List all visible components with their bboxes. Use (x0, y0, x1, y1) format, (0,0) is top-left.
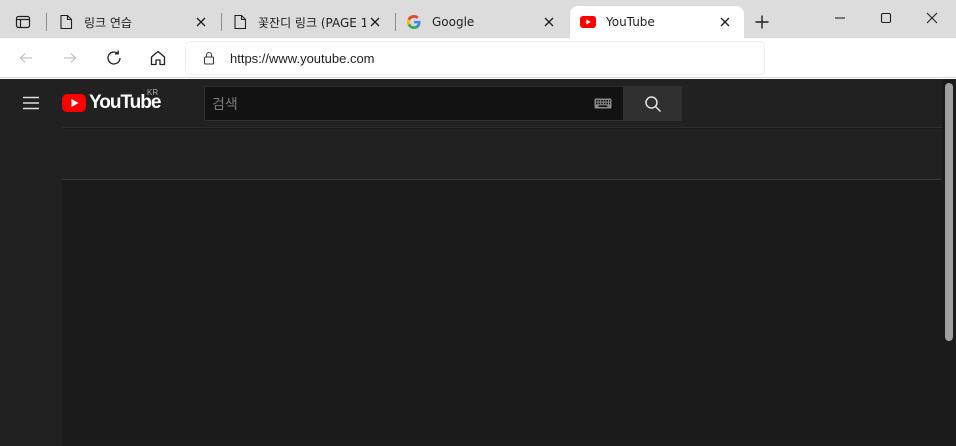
forward-button[interactable] (56, 44, 84, 72)
tab-title: 꽃잔디 링크 (PAGE 1 (258, 15, 366, 30)
search-button[interactable] (624, 86, 682, 121)
tab-strip: 링크 연습 꽃잔디 링크 (PAGE 1 Google YouTube (0, 0, 956, 38)
search-placeholder: 검색 (212, 96, 238, 113)
tab-title: 링크 연습 (84, 15, 132, 30)
tab-actions-button[interactable] (9, 10, 37, 34)
page-icon (232, 14, 248, 30)
youtube-logo[interactable]: YouTube KR (62, 88, 161, 115)
lock-icon[interactable] (201, 50, 217, 66)
browser-toolbar: https://www.youtube.com (0, 38, 956, 78)
home-icon (150, 50, 166, 66)
refresh-button[interactable] (100, 44, 128, 72)
new-tab-button[interactable] (750, 10, 774, 34)
yt-sidebar (0, 79, 62, 446)
tab-title: YouTube (606, 15, 655, 29)
country-code: KR (147, 88, 159, 97)
hamburger-menu-icon (23, 96, 39, 110)
tab-youtube[interactable]: YouTube (570, 6, 744, 38)
close-icon[interactable] (716, 13, 734, 31)
tab-actions-icon (15, 15, 31, 29)
scrollbar-thumb[interactable] (945, 83, 953, 341)
minimize-icon (835, 17, 845, 19)
back-button[interactable] (12, 44, 40, 72)
tab-google[interactable]: Google (396, 6, 568, 38)
minimize-button[interactable] (826, 4, 854, 32)
search-input[interactable]: 검색 (204, 86, 624, 121)
youtube-icon (580, 14, 596, 30)
close-icon[interactable] (366, 13, 384, 31)
maximize-icon (880, 12, 892, 24)
tab-flower-link[interactable]: 꽃잔디 링크 (PAGE 1 (222, 6, 394, 38)
page-icon (58, 14, 74, 30)
close-icon (926, 12, 938, 24)
tab-title: Google (432, 15, 475, 29)
window-close-button[interactable] (918, 4, 946, 32)
search-icon (645, 95, 662, 112)
close-icon[interactable] (192, 13, 210, 31)
close-icon[interactable] (540, 13, 558, 31)
youtube-page: YouTube KR 검색 (0, 79, 956, 446)
tab-separator (46, 13, 47, 31)
keyboard-icon[interactable] (593, 97, 613, 111)
youtube-play-icon (62, 94, 86, 112)
address-bar[interactable]: https://www.youtube.com (186, 42, 764, 74)
yt-content-area (62, 181, 942, 446)
tab-link-practice[interactable]: 링크 연습 (48, 6, 220, 38)
google-icon (406, 14, 422, 30)
forward-arrow-icon (64, 53, 77, 63)
yt-chip-bar (62, 129, 942, 180)
back-arrow-icon (19, 53, 32, 63)
refresh-icon (107, 50, 121, 65)
home-button[interactable] (144, 44, 172, 72)
plus-icon (755, 15, 769, 29)
guide-menu-button[interactable] (20, 93, 42, 113)
maximize-button[interactable] (872, 4, 900, 32)
address-url[interactable]: https://www.youtube.com (230, 51, 375, 66)
